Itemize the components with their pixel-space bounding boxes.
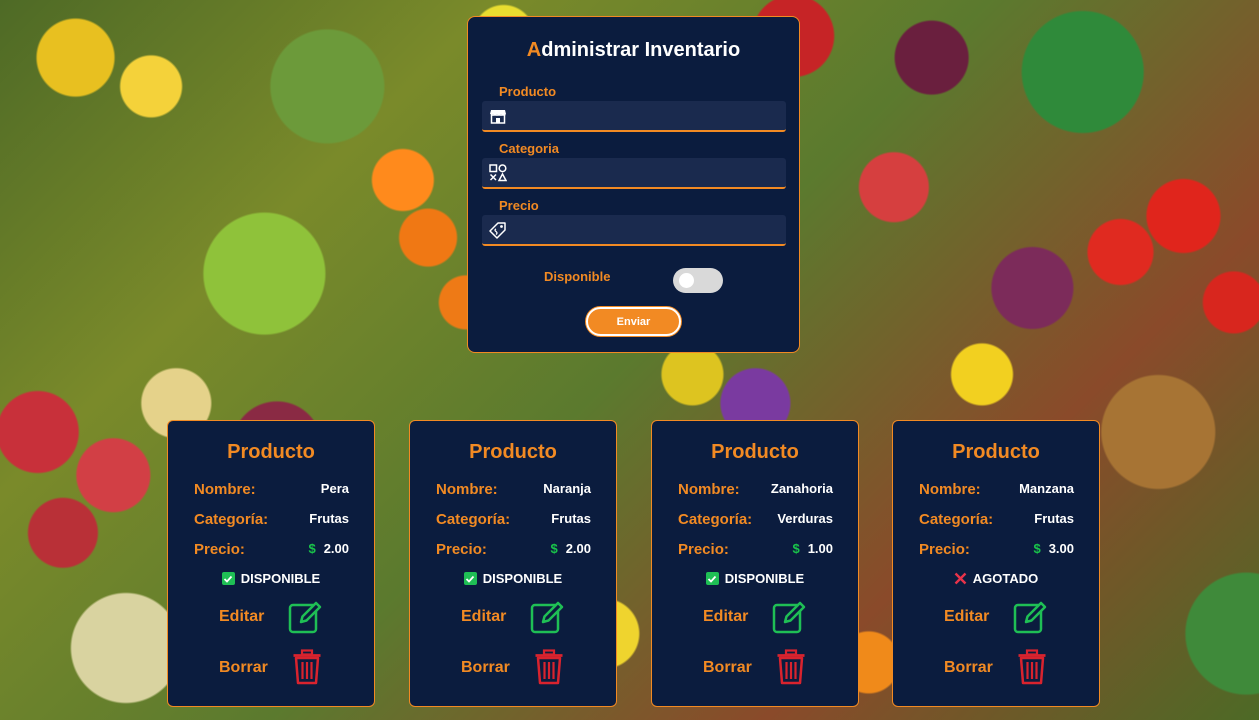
currency-symbol: $ xyxy=(792,541,800,556)
precio-value: $2.00 xyxy=(308,541,349,556)
nombre-value: Pera xyxy=(320,481,349,496)
check-icon xyxy=(221,572,235,585)
editar-label[interactable]: Editar xyxy=(703,608,748,626)
editar-label[interactable]: Editar xyxy=(461,608,506,626)
categoria-label: Categoría: xyxy=(678,511,753,528)
editar-label[interactable]: Editar xyxy=(219,608,264,626)
nombre-label: Nombre: xyxy=(678,481,740,498)
status-badge: DISPONIBLE xyxy=(410,571,616,586)
trash-icon[interactable] xyxy=(1017,649,1047,685)
categoria-label: Categoría: xyxy=(919,511,994,528)
categoria-value: Frutas xyxy=(309,511,349,526)
status-badge: AGOTADO xyxy=(893,571,1099,586)
categoria-input[interactable] xyxy=(516,160,780,186)
category-shapes-icon xyxy=(489,164,507,182)
status-text: AGOTADO xyxy=(972,571,1039,586)
product-card: Producto Nombre: Zanahoria Categoría: Ve… xyxy=(651,420,859,707)
status-text: DISPONIBLE xyxy=(482,571,563,586)
categoria-label: Categoria xyxy=(499,141,559,156)
product-card: Producto Nombre: Naranja Categoría: Frut… xyxy=(409,420,617,707)
card-title: Producto xyxy=(469,441,557,463)
x-mark-icon xyxy=(954,572,967,585)
precio-label: Precio: xyxy=(919,541,970,558)
price-amount: 2.00 xyxy=(565,541,591,556)
borrar-label[interactable]: Borrar xyxy=(219,659,268,677)
nombre-value: Zanahoria xyxy=(770,481,833,496)
edit-icon[interactable] xyxy=(530,599,566,635)
edit-icon[interactable] xyxy=(1013,599,1049,635)
nombre-label: Nombre: xyxy=(919,481,981,498)
precio-input[interactable] xyxy=(516,217,780,243)
price-amount: 3.00 xyxy=(1048,541,1074,556)
categoria-value: Frutas xyxy=(1034,511,1074,526)
trash-icon[interactable] xyxy=(776,649,806,685)
precio-field[interactable] xyxy=(482,215,786,246)
currency-symbol: $ xyxy=(1033,541,1041,556)
disponible-toggle[interactable] xyxy=(673,268,723,293)
precio-value: $1.00 xyxy=(792,541,833,556)
card-title: Producto xyxy=(952,441,1040,463)
nombre-label: Nombre: xyxy=(436,481,498,498)
inventory-form: Administrar Inventario Producto Categori… xyxy=(467,16,800,353)
categoria-value: Frutas xyxy=(551,511,591,526)
edit-icon[interactable] xyxy=(772,599,808,635)
precio-label: Precio: xyxy=(436,541,487,558)
precio-label: Precio: xyxy=(678,541,729,558)
borrar-label[interactable]: Borrar xyxy=(703,659,752,677)
price-tag-icon xyxy=(489,222,506,239)
disponible-label: Disponible xyxy=(544,269,611,284)
borrar-label[interactable]: Borrar xyxy=(944,659,993,677)
product-card: Producto Nombre: Pera Categoría: Frutas … xyxy=(167,420,375,707)
precio-value: $2.00 xyxy=(550,541,591,556)
categoria-label: Categoría: xyxy=(194,511,269,528)
price-amount: 2.00 xyxy=(323,541,349,556)
store-icon xyxy=(490,110,506,124)
check-icon xyxy=(463,572,477,585)
currency-symbol: $ xyxy=(308,541,316,556)
currency-symbol: $ xyxy=(550,541,558,556)
nombre-label: Nombre: xyxy=(194,481,256,498)
precio-label: Precio: xyxy=(194,541,245,558)
borrar-label[interactable]: Borrar xyxy=(461,659,510,677)
precio-label: Precio xyxy=(499,198,539,213)
status-badge: DISPONIBLE xyxy=(168,571,374,586)
producto-input[interactable] xyxy=(516,103,780,129)
status-text: DISPONIBLE xyxy=(724,571,805,586)
producto-field[interactable] xyxy=(482,101,786,132)
categoria-value: Verduras xyxy=(777,511,833,526)
categoria-label: Categoría: xyxy=(436,511,511,528)
editar-label[interactable]: Editar xyxy=(944,608,989,626)
enviar-button[interactable]: Enviar xyxy=(586,307,681,336)
trash-icon[interactable] xyxy=(534,649,564,685)
precio-value: $3.00 xyxy=(1033,541,1074,556)
status-badge: DISPONIBLE xyxy=(652,571,858,586)
status-text: DISPONIBLE xyxy=(240,571,321,586)
product-card: Producto Nombre: Manzana Categoría: Frut… xyxy=(892,420,1100,707)
nombre-value: Manzana xyxy=(1019,481,1074,496)
card-title: Producto xyxy=(227,441,315,463)
card-title: Producto xyxy=(711,441,799,463)
producto-label: Producto xyxy=(499,84,557,99)
edit-icon[interactable] xyxy=(288,599,324,635)
price-amount: 1.00 xyxy=(807,541,833,556)
toggle-knob xyxy=(679,273,694,288)
form-title: Administrar Inventario xyxy=(526,39,741,61)
trash-icon[interactable] xyxy=(292,649,322,685)
categoria-field[interactable] xyxy=(482,158,786,189)
nombre-value: Naranja xyxy=(543,481,591,496)
check-icon xyxy=(705,572,719,585)
